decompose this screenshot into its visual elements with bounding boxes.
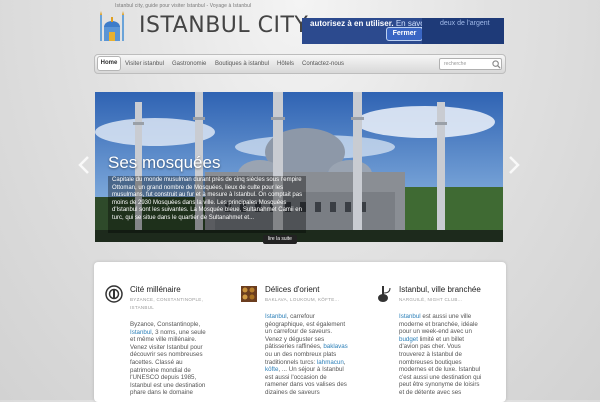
column-text-branchee: Istanbul est aussi une ville moderne et …: [399, 313, 485, 397]
inline-link[interactable]: Istanbul: [399, 313, 421, 320]
slide-title: Ses mosquées: [108, 153, 221, 172]
slide-description: Capitale du monde musulman durant près d…: [112, 177, 303, 221]
nav-item-gastronomie[interactable]: Gastronomie: [172, 58, 206, 70]
inline-link[interactable]: Istanbul: [130, 329, 152, 336]
site-tagline: Istanbul city, guide pour visiter Istanb…: [115, 3, 252, 9]
site-logo-title[interactable]: ISTANBUL CITY: [139, 13, 308, 38]
inline-link[interactable]: Istanbul: [265, 313, 287, 320]
narguile-icon: [378, 286, 391, 302]
column-title-branchee-text: Istanbul, ville branchée: [399, 285, 481, 294]
inline-text: ,: [343, 358, 346, 366]
cookie-side-panel: deux de l'argent: [422, 18, 504, 44]
chevron-left-icon[interactable]: [78, 156, 90, 174]
nav-item-boutiques[interactable]: Boutiques à istanbul: [215, 58, 269, 70]
inline-link[interactable]: köfte: [265, 366, 278, 373]
column-text-delices: Istanbul, carrefour géographique, est ég…: [265, 313, 349, 397]
inline-link[interactable]: budget: [399, 336, 418, 343]
chevron-right-icon[interactable]: [508, 156, 520, 174]
search-icon[interactable]: [492, 60, 501, 69]
baklava-food-icon: [241, 286, 257, 302]
column-subtitle-cite: BYZANCE, CONSTANTINOPLE, ISTANBUL: [130, 297, 204, 310]
column-subtitle-delices: BAKLAVA, LOUKOUM, KÖFTE...: [265, 297, 340, 302]
column-subtitle-branchee: NARGUILÉ, NIGHT CLUB...: [399, 297, 463, 302]
inline-text: , ... Un séjour à Istanbul est aussi l'o…: [265, 366, 347, 396]
inline-link[interactable]: lahmacun: [317, 359, 344, 366]
inline-text: , 3 noms, une seule et même ville millén…: [130, 328, 206, 397]
read-more-button[interactable]: lire la suite: [263, 235, 297, 244]
nav-item-home[interactable]: Home: [97, 56, 121, 71]
column-title-delices: Délices d'orient: [265, 285, 320, 294]
nav-item-hotels[interactable]: Hôtels: [277, 58, 294, 70]
cookie-close-button[interactable]: Fermer: [386, 27, 423, 41]
nav-item-contact[interactable]: Contactez-nous: [302, 58, 344, 70]
mosque-logo-icon[interactable]: [97, 11, 127, 43]
inline-link[interactable]: baklavas: [323, 343, 347, 350]
cookie-message: autorisez à en utiliser.: [310, 19, 394, 28]
heritage-globe-icon: [105, 285, 123, 303]
inline-text: limité et un billet d'avion pas cher. Vo…: [399, 335, 482, 396]
column-text-cite: Byzance, Constantinople, Istanbul, 3 nom…: [130, 321, 212, 397]
inline-text: Byzance, Constantinople,: [130, 321, 201, 328]
column-title-cite: Cité millénaire: [130, 285, 181, 294]
nav-item-visiter-istanbul[interactable]: Visiter istanbul: [125, 58, 164, 70]
